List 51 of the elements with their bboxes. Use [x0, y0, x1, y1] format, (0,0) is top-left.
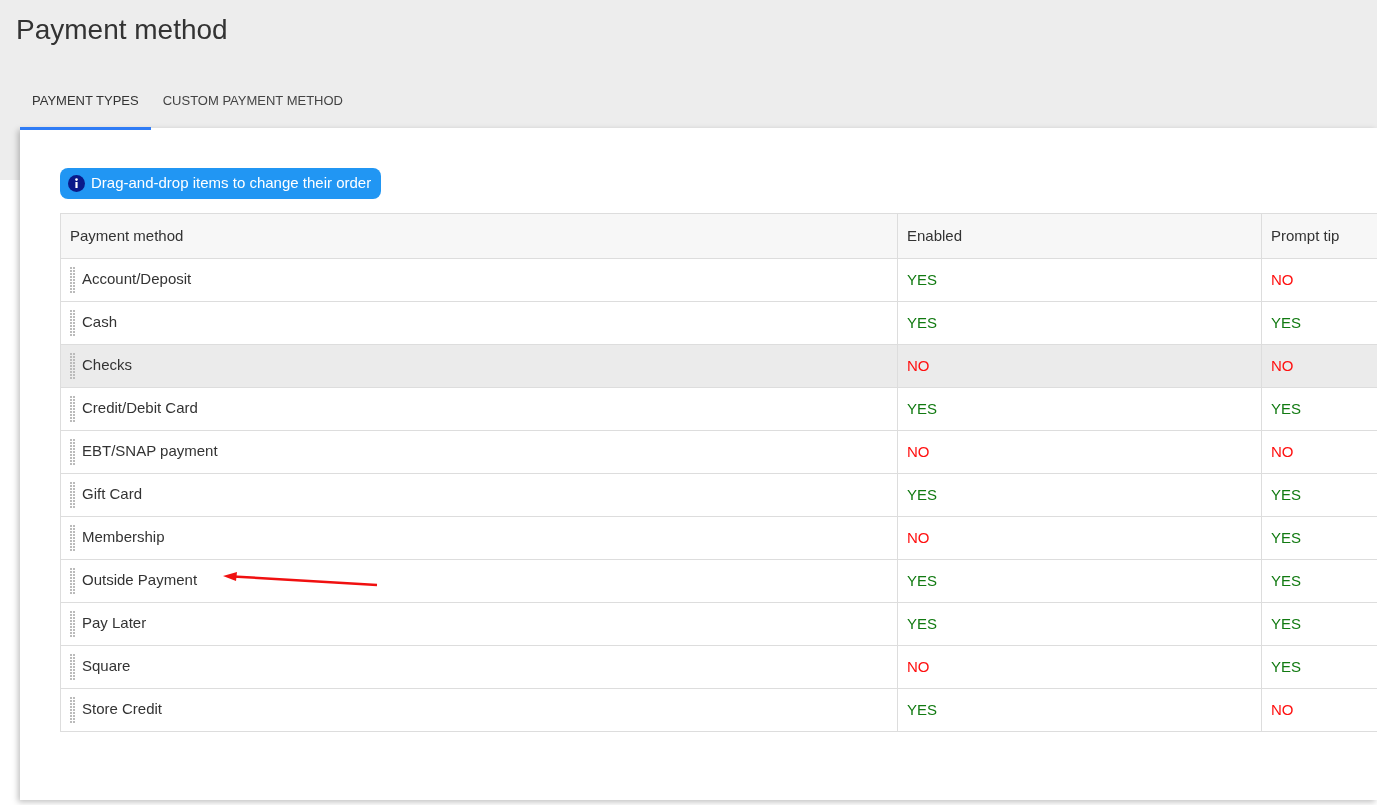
status-text: YES — [907, 614, 937, 632]
status-text: NO — [907, 528, 930, 546]
status-text: YES — [1271, 485, 1301, 503]
payment-method-name: Cash — [82, 312, 118, 330]
drag-handle-icon[interactable] — [70, 610, 76, 637]
status-text: YES — [907, 700, 937, 718]
payment-method-name: Pay Later — [82, 613, 147, 631]
column-header: Enabled — [897, 213, 1262, 259]
drag-handle-icon[interactable] — [70, 481, 76, 508]
status-text: NO — [907, 657, 930, 675]
status-text: YES — [1271, 571, 1301, 589]
info-icon — [68, 174, 85, 192]
payment-method-name: Account/Deposit — [82, 269, 192, 287]
payment-method-name: Outside Payment — [82, 570, 198, 588]
column-header: Prompt tip — [1261, 213, 1377, 259]
status-text: NO — [907, 442, 930, 460]
tab[interactable]: CUSTOM PAYMENT METHOD — [150, 78, 355, 130]
status-text: NO — [1271, 700, 1294, 718]
status-text: YES — [1271, 313, 1301, 331]
payment-method-name: Credit/Debit Card — [82, 398, 198, 416]
payment-method-name: Square — [82, 656, 131, 674]
info-text: Drag-and-drop items to change their order — [91, 173, 372, 193]
drag-handle-icon[interactable] — [70, 653, 76, 680]
status-text: NO — [1271, 442, 1294, 460]
status-text: YES — [1271, 399, 1301, 417]
drag-handle-icon[interactable] — [70, 352, 76, 379]
drag-handle-icon[interactable] — [70, 524, 76, 551]
status-text: YES — [1271, 614, 1301, 632]
payment-method-name: Checks — [82, 355, 133, 373]
payment-method-name: Membership — [82, 527, 165, 545]
status-text: YES — [1271, 657, 1301, 675]
drag-handle-icon[interactable] — [70, 266, 76, 293]
status-text: YES — [907, 485, 937, 503]
status-text: YES — [1271, 528, 1301, 546]
drag-handle-icon[interactable] — [70, 696, 76, 723]
drag-handle-icon[interactable] — [70, 309, 76, 336]
status-text: NO — [907, 356, 930, 374]
status-text: NO — [1271, 270, 1294, 288]
drag-handle-icon[interactable] — [70, 438, 76, 465]
status-text: YES — [907, 399, 937, 417]
page-title: Payment method — [15, 13, 229, 47]
status-text: YES — [907, 313, 937, 331]
drag-handle-icon[interactable] — [70, 567, 76, 594]
column-header: Payment method — [60, 213, 898, 259]
payment-method-name: EBT/SNAP payment — [82, 441, 218, 459]
drag-handle-icon[interactable] — [70, 395, 76, 422]
status-text: NO — [1271, 356, 1294, 374]
payment-method-name: Gift Card — [82, 484, 142, 502]
status-text: YES — [907, 270, 937, 288]
status-text: YES — [907, 571, 937, 589]
payment-method-name: Store Credit — [82, 699, 163, 717]
